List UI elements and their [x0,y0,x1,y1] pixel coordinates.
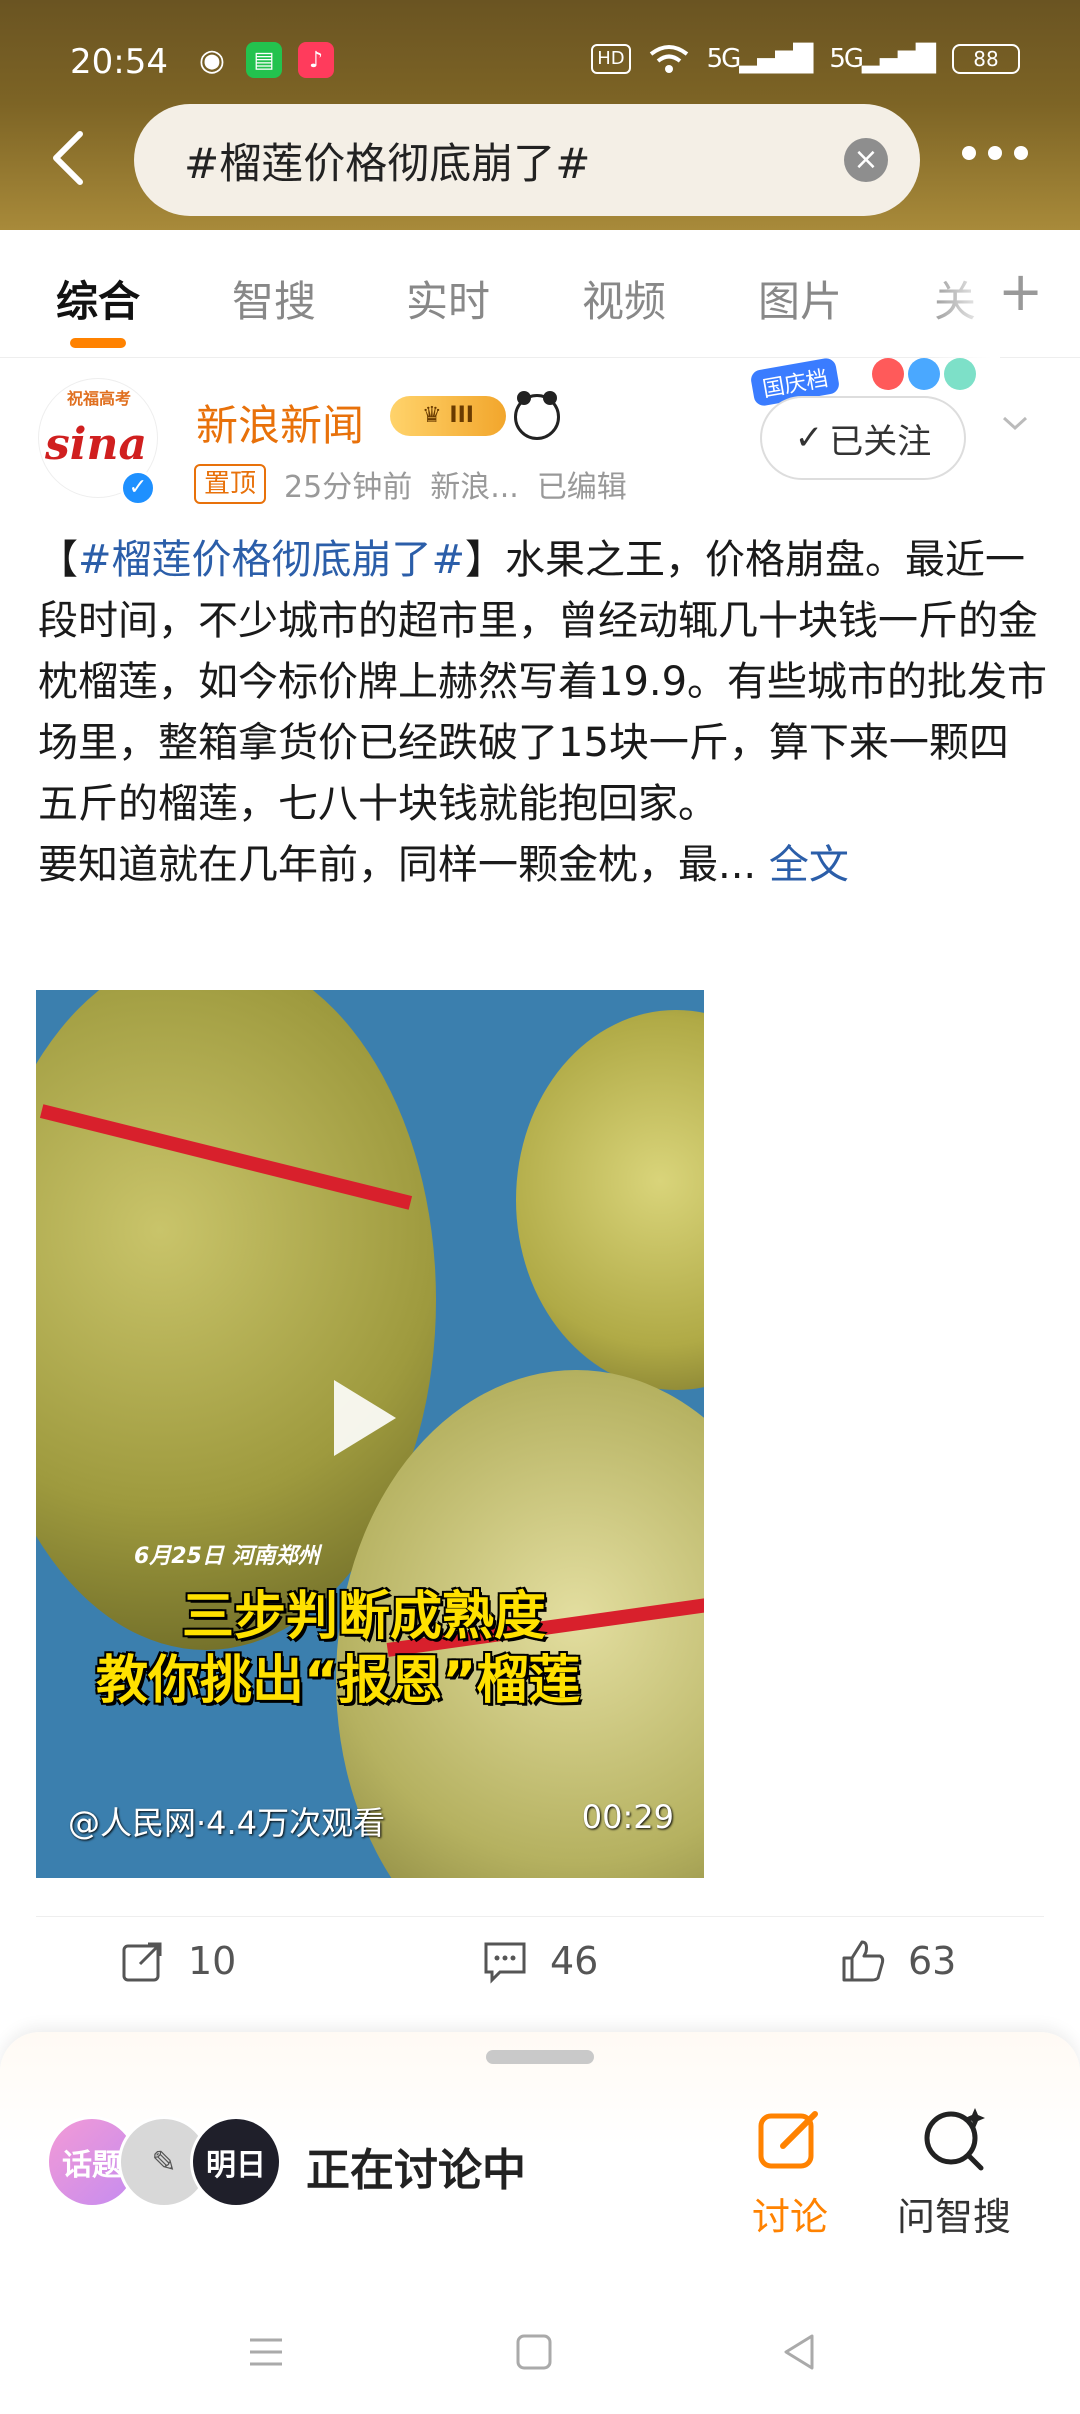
add-tab-icon[interactable]: + [998,260,1043,323]
thumbs-up-icon [842,1940,885,1982]
comment-button[interactable]: 46 [482,1938,598,1984]
menu-nav-icon[interactable] [244,2330,288,2374]
discussing-label: 正在讨论中 [306,2145,526,2196]
post-more-text: 要知道就在几年前，同样一颗金枕，最... [38,842,757,888]
hd-voice-icon: HD [591,44,631,74]
bracket-open: 【 [38,537,78,583]
more-options-icon[interactable] [962,146,1028,160]
follow-label: 已关注 [829,421,932,462]
wifi-icon [649,45,688,73]
check-icon: ✓ [794,418,824,458]
pinned-badge: 置顶 [194,464,267,504]
member-level: III [449,403,474,428]
comment-count: 46 [550,1939,599,1983]
tab-comprehensive[interactable]: 综合 [56,268,140,329]
smart-search-icon [924,2108,985,2171]
decoration-ball-icon [944,358,976,390]
play-icon[interactable] [334,1380,396,1456]
chevron-down-icon[interactable] [1000,408,1030,438]
post-actions: 10 46 63 [0,1938,1080,2028]
avatar-banner-text: 祝福高考 [66,389,131,408]
like-button[interactable]: 63 [840,1938,956,1984]
video-duration: 00:29 [581,1798,674,1836]
post-text: 【#榴莲价格彻底崩了#】水果之王，价格崩盘。最近一段时间，不少城市的超市里，曾经… [38,530,1048,896]
compose-icon [758,2111,818,2169]
status-time: 20:54 [70,42,168,82]
decoration-ball-icon [872,358,904,390]
durian-image [516,1010,704,1390]
repost-count: 10 [188,1939,237,1983]
hashtag-link[interactable]: #榴莲价格彻底崩了# [78,537,465,583]
author-name[interactable]: 新浪新闻 [196,392,364,453]
full-text-link[interactable]: 全文 [769,842,849,888]
ask-label: 问智搜 [896,2195,1011,2239]
search-input[interactable]: #榴莲价格彻底崩了# × [134,104,920,216]
video-caption-line2: 教你挑出“报恩”榴莲 [96,1651,581,1711]
post-time: 25分钟前 [284,470,413,505]
clear-search-icon[interactable]: × [844,138,888,182]
edited-label: 已编辑 [536,470,627,505]
message-app-icon: ▤ [246,42,282,78]
discuss-button[interactable]: 讨论 [720,2102,860,2241]
header-bar: 20:54 ◉ ▤ ♪ HD 5G▂▄▆█ 5G▂▄▆█ 88 #榴莲价格彻底崩… [0,0,1080,230]
back-nav-icon[interactable] [778,2330,822,2374]
signal-label-1: 5G [706,44,742,74]
repost-button[interactable]: 10 [120,1938,236,1984]
video-player[interactable]: 6月25日 河南郑州 三步判断成熟度 教你挑出“报恩”榴莲 @人民网·4.4万次… [36,990,704,1878]
system-nav-bar [0,2300,1080,2414]
signal-icon-2: 5G▂▄▆█ [829,44,936,74]
tab-images[interactable]: 图片 [758,268,842,329]
tab-smart-search[interactable]: 智搜 [232,268,316,329]
signal-label-2: 5G [829,44,864,74]
active-tab-indicator [70,338,126,348]
ask-smart-search-button[interactable]: 问智搜 [884,2102,1024,2241]
back-arrow-icon[interactable] [44,128,94,188]
sina-logo: sina [45,419,147,470]
member-crown-badge: ♛ III [390,396,506,436]
discussion-sheet: 话题 ✎ 明日 正在讨论中 讨论 问智搜 [0,2032,1080,2414]
search-query-text: #榴莲价格彻底崩了# [184,138,591,188]
video-date-caption: 6月25日 河南郑州 [134,1544,320,1569]
weibo-icon: ◉ [198,42,226,78]
battery-icon: 88 [952,44,1020,74]
panda-icon [514,391,560,440]
repost-icon [122,1942,162,1982]
discuss-label: 讨论 [751,2195,828,2239]
bracket-close: 】 [465,537,506,583]
status-bar: 20:54 ◉ ▤ ♪ HD 5G▂▄▆█ 5G▂▄▆█ 88 [0,0,1080,120]
like-count: 63 [908,1939,957,1983]
system-status-icons: HD 5G▂▄▆█ 5G▂▄▆█ 88 [591,44,1020,74]
follow-button[interactable]: ✓ 已关注 [760,396,966,480]
decoration-ball-icon [908,358,940,390]
tabs-fade [920,230,1000,358]
signal-icon-1: 5G▂▄▆█ [706,44,814,74]
tab-video[interactable]: 视频 [582,268,666,329]
tab-realtime[interactable]: 实时 [406,268,490,329]
home-nav-icon[interactable] [512,2330,556,2374]
discussion-avatars[interactable]: 话题 ✎ 明日 [46,2116,286,2208]
post-source: 新浪... [430,470,519,505]
notification-icons: ◉ ▤ ♪ [194,42,334,78]
video-source: @人民网·4.4万次观看 [68,1804,386,1842]
comment-icon [484,1942,526,1984]
divider [36,1916,1044,1917]
verified-badge-icon: ✓ [120,470,156,506]
post-meta: 置顶 25分钟前 新浪... 已编辑 [194,462,627,506]
mingri-avatar: 明日 [190,2116,282,2208]
search-tabs: 综合 智搜 实时 视频 图片 关 + [0,230,1080,358]
sheet-grab-handle[interactable] [486,2050,594,2064]
music-app-icon: ♪ [298,42,334,78]
